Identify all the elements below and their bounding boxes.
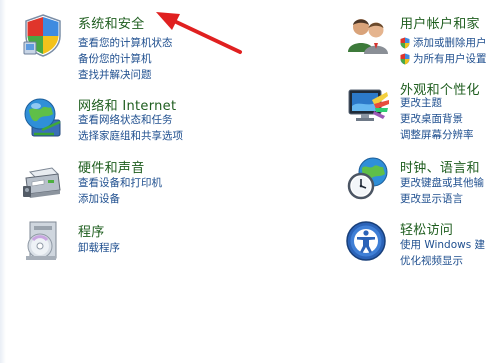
link-change-theme[interactable]: 更改主题 xyxy=(400,95,474,111)
link-uninstall-program[interactable]: 卸载程序 xyxy=(78,240,120,256)
category-title-system[interactable]: 系统和安全 xyxy=(78,13,145,32)
link-devices-printers[interactable]: 查看设备和打印机 xyxy=(78,175,162,191)
link-troubleshoot[interactable]: 查找并解决问题 xyxy=(78,67,173,83)
appearance-links: 更改主题 更改桌面背景 调整屏幕分辨率 xyxy=(400,95,474,143)
uac-shield-icon xyxy=(400,53,410,65)
printer-icon[interactable] xyxy=(20,156,66,202)
monitor-palette-icon[interactable] xyxy=(345,82,391,128)
link-adjust-resolution[interactable]: 调整屏幕分辨率 xyxy=(400,127,474,143)
link-change-keyboard[interactable]: 更改键盘或其他输 xyxy=(400,175,484,191)
control-panel-page: 系统和安全 查看您的计算机状态 备份您的计算机 查找并解决问题 网络和 Inte… xyxy=(0,0,488,363)
left-edge-shade xyxy=(0,0,6,363)
category-title-ease[interactable]: 轻松访问 xyxy=(400,219,453,238)
programs-disc-icon[interactable] xyxy=(20,218,66,264)
link-change-display-language[interactable]: 更改显示语言 xyxy=(400,191,484,207)
users-links: 添加或删除用户 为所有用户设置 xyxy=(400,35,487,67)
link-parental-controls[interactable]: 为所有用户设置 xyxy=(400,51,487,67)
programs-links: 卸载程序 xyxy=(78,240,120,256)
clock-globe-icon[interactable] xyxy=(345,156,391,202)
clock-links: 更改键盘或其他输 更改显示语言 xyxy=(400,175,484,207)
link-network-status[interactable]: 查看网络状态和任务 xyxy=(78,112,183,128)
category-title-users[interactable]: 用户帐户和家 xyxy=(400,13,480,32)
system-links: 查看您的计算机状态 备份您的计算机 查找并解决问题 xyxy=(78,35,173,83)
link-parental-controls-label: 为所有用户设置 xyxy=(413,53,487,65)
link-view-computer-status[interactable]: 查看您的计算机状态 xyxy=(78,35,173,51)
category-title-programs[interactable]: 程序 xyxy=(78,221,105,240)
network-globe-icon[interactable] xyxy=(20,94,66,140)
category-title-hardware[interactable]: 硬件和声音 xyxy=(78,157,145,176)
hardware-links: 查看设备和打印机 添加设备 xyxy=(78,175,162,207)
category-title-clock[interactable]: 时钟、语言和 xyxy=(400,157,480,176)
users-icon[interactable] xyxy=(345,12,391,58)
link-add-remove-users-label: 添加或删除用户 xyxy=(413,37,487,49)
link-windows-suggestions[interactable]: 使用 Windows 建 xyxy=(400,237,485,253)
network-links: 查看网络状态和任务 选择家庭组和共享选项 xyxy=(78,112,183,144)
link-homegroup-sharing[interactable]: 选择家庭组和共享选项 xyxy=(78,128,183,144)
ease-of-access-icon[interactable] xyxy=(345,218,391,264)
ease-links: 使用 Windows 建 优化视频显示 xyxy=(400,237,485,269)
link-add-remove-users[interactable]: 添加或删除用户 xyxy=(400,35,487,51)
link-optimize-video-display[interactable]: 优化视频显示 xyxy=(400,253,485,269)
shield-system-icon[interactable] xyxy=(20,12,66,58)
link-backup-computer[interactable]: 备份您的计算机 xyxy=(78,51,173,67)
link-add-device[interactable]: 添加设备 xyxy=(78,191,162,207)
uac-shield-icon xyxy=(400,37,410,49)
link-change-desktop-background[interactable]: 更改桌面背景 xyxy=(400,111,474,127)
